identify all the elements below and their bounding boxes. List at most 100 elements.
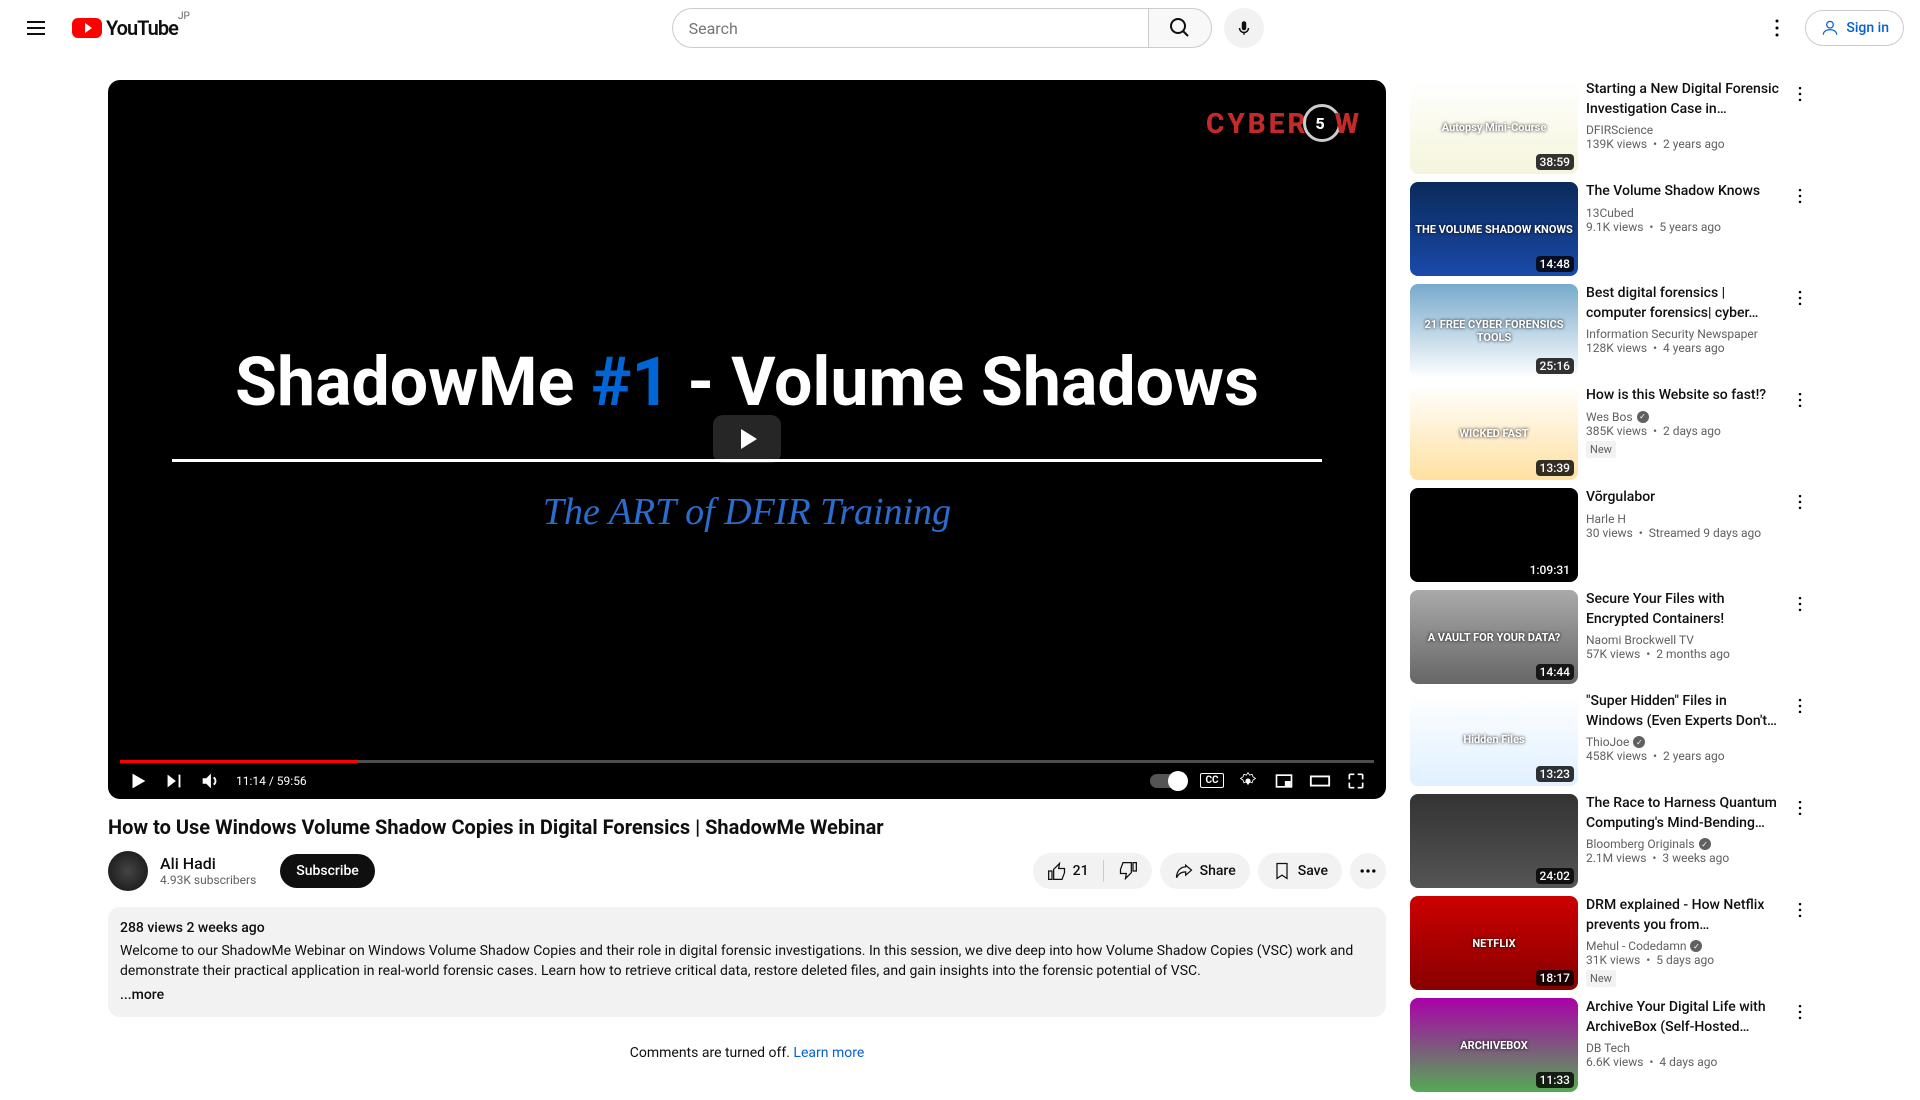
recommendation-title[interactable]: Secure Your Files with Encrypted Contain…	[1586, 590, 1780, 629]
player-controls: 11:14 / 59:56 CC	[108, 763, 1386, 799]
recommendation-channel[interactable]: Bloomberg Originals	[1586, 837, 1780, 851]
learn-more-link[interactable]: Learn more	[793, 1045, 864, 1061]
cc-button[interactable]: CC	[1194, 763, 1230, 799]
recommendation-thumbnail[interactable]: A VAULT FOR YOUR DATA?14:44	[1410, 590, 1578, 684]
bookmark-icon	[1272, 861, 1292, 881]
channel-avatar[interactable]	[108, 851, 148, 891]
recommendation-thumbnail[interactable]: 1:09:31	[1410, 488, 1578, 582]
subscribe-button[interactable]: Subscribe	[280, 854, 375, 888]
description-box[interactable]: 288 views 2 weeks ago Welcome to our Sha…	[108, 907, 1386, 1017]
recommendation-menu-button[interactable]	[1788, 284, 1812, 378]
recommendation-item[interactable]: 21 FREE CYBER FORENSICS TOOLS25:16Best d…	[1410, 284, 1812, 378]
recommendation-item[interactable]: A VAULT FOR YOUR DATA?14:44Secure Your F…	[1410, 590, 1812, 684]
menu-button[interactable]	[16, 8, 56, 48]
recommendation-menu-button[interactable]	[1788, 80, 1812, 174]
recommendation-title[interactable]: "Super Hidden" Files in Windows (Even Ex…	[1586, 692, 1780, 731]
like-count: 21	[1073, 863, 1089, 879]
recommendation-menu-button[interactable]	[1788, 386, 1812, 480]
signin-button[interactable]: Sign in	[1805, 10, 1904, 46]
recommendation-duration: 38:59	[1536, 154, 1574, 170]
header-center	[178, 8, 1758, 48]
recommendation-item[interactable]: Hidden Files13:23"Super Hidden" Files in…	[1410, 692, 1812, 786]
recommendation-stats: 6.6K views • 4 days ago	[1586, 1055, 1780, 1069]
youtube-logo[interactable]: YouTube JP	[72, 16, 178, 40]
recommendation-stats: 31K views • 5 days ago	[1586, 953, 1780, 967]
recommendation-channel[interactable]: ThioJoe	[1586, 735, 1780, 749]
play-button[interactable]	[120, 763, 156, 799]
more-actions-button[interactable]	[1350, 853, 1386, 889]
recommendation-thumbnail[interactable]: Hidden Files13:23	[1410, 692, 1578, 786]
miniplayer-button[interactable]	[1266, 763, 1302, 799]
recommendation-title[interactable]: Archive Your Digital Life with ArchiveBo…	[1586, 998, 1780, 1037]
recommendation-item[interactable]: WICKED FAST13:39 How is this Website so f…	[1410, 386, 1812, 480]
share-button[interactable]: Share	[1160, 853, 1250, 889]
dislike-button[interactable]	[1104, 853, 1152, 889]
recommendation-item[interactable]: 24:02The Race to Harness Quantum Computi…	[1410, 794, 1812, 888]
verified-icon	[1633, 736, 1645, 748]
recommendation-menu-button[interactable]	[1788, 794, 1812, 888]
microphone-icon	[1235, 19, 1253, 37]
recommendation-channel[interactable]: Naomi Brockwell TV	[1586, 633, 1780, 647]
settings-button[interactable]	[1757, 8, 1797, 48]
settings-button[interactable]	[1230, 763, 1266, 799]
recommendation-title[interactable]: The Volume Shadow Knows	[1586, 182, 1780, 202]
recommendation-thumbnail[interactable]: WICKED FAST13:39	[1410, 386, 1578, 480]
recommendation-thumbnail[interactable]: THE VOLUME SHADOW KNOWS14:48	[1410, 182, 1578, 276]
recommendation-thumbnail[interactable]: 24:02	[1410, 794, 1578, 888]
channel-name[interactable]: Ali Hadi	[160, 854, 256, 873]
recommendation-menu-button[interactable]	[1788, 590, 1812, 684]
show-more-button[interactable]: ...more	[120, 986, 164, 1006]
recommendation-title[interactable]: DRM explained - How Netflix prevents you…	[1586, 896, 1780, 935]
recommendation-menu-button[interactable]	[1788, 896, 1812, 990]
recommendation-title[interactable]: Võrgulabor	[1586, 488, 1780, 508]
fullscreen-button[interactable]	[1338, 763, 1374, 799]
recommendation-channel[interactable]: Information Security Newspaper	[1586, 327, 1780, 341]
hamburger-icon	[24, 16, 48, 40]
recommendation-title[interactable]: Starting a New Digital Forensic Investig…	[1586, 80, 1780, 119]
autoplay-toggle[interactable]	[1150, 774, 1186, 788]
verified-icon	[1690, 940, 1702, 952]
recommendation-item[interactable]: ARCHIVEBOX11:33Archive Your Digital Life…	[1410, 998, 1812, 1092]
recommendation-title[interactable]: The Race to Harness Quantum Computing's …	[1586, 794, 1780, 833]
recommendation-menu-button[interactable]	[1788, 692, 1812, 786]
recommendation-thumbnail[interactable]: 21 FREE CYBER FORENSICS TOOLS25:16	[1410, 284, 1578, 378]
recommendation-item[interactable]: Autopsy Mini-Course38:59Starting a New D…	[1410, 80, 1812, 174]
recommendation-meta: Best digital forensics | computer forens…	[1586, 284, 1780, 378]
recommendation-title[interactable]: How is this Website so fast!?	[1586, 386, 1780, 406]
thumbs-up-icon	[1047, 861, 1067, 881]
search-input[interactable]	[672, 8, 1148, 48]
recommendation-item[interactable]: 1:09:31VõrgulaborHarle H30 views • Strea…	[1410, 488, 1812, 582]
next-button[interactable]	[156, 763, 192, 799]
recommendation-channel[interactable]: Mehul - Codedamn	[1586, 939, 1780, 953]
play-button-center[interactable]	[713, 415, 781, 463]
recommendation-channel[interactable]: DB Tech	[1586, 1041, 1780, 1055]
like-button[interactable]: 21	[1033, 853, 1103, 889]
recommendation-item[interactable]: NETFLIX18:17DRM explained - How Netflix …	[1410, 896, 1812, 990]
recommendation-thumbnail[interactable]: ARCHIVEBOX11:33	[1410, 998, 1578, 1092]
vertical-dots-icon	[1790, 798, 1810, 818]
recommendation-menu-button[interactable]	[1788, 182, 1812, 276]
recommendation-channel[interactable]: DFIRScience	[1586, 123, 1780, 137]
vertical-dots-icon	[1790, 1002, 1810, 1022]
logo-text: YouTube	[106, 16, 178, 40]
description-body: Welcome to our ShadowMe Webinar on Windo…	[120, 942, 1374, 981]
recommendation-thumbnail[interactable]: Autopsy Mini-Course38:59	[1410, 80, 1578, 174]
recommendations-column: Autopsy Mini-Course38:59Starting a New D…	[1410, 80, 1812, 1100]
recommendation-title[interactable]: Best digital forensics | computer forens…	[1586, 284, 1780, 323]
recommendation-item[interactable]: THE VOLUME SHADOW KNOWS14:48 The Volume S…	[1410, 182, 1812, 276]
recommendation-menu-button[interactable]	[1788, 998, 1812, 1092]
search-button[interactable]	[1148, 8, 1212, 48]
theater-button[interactable]	[1302, 763, 1338, 799]
recommendation-menu-button[interactable]	[1788, 488, 1812, 582]
volume-button[interactable]	[192, 763, 228, 799]
save-button[interactable]: Save	[1258, 853, 1342, 889]
action-buttons: 21 Share Save	[1033, 853, 1386, 889]
recommendation-meta: Starting a New Digital Forensic Investig…	[1586, 80, 1780, 174]
recommendation-thumbnail[interactable]: NETFLIX18:17	[1410, 896, 1578, 990]
recommendation-channel[interactable]: 13Cubed	[1586, 206, 1780, 220]
logo-region: JP	[178, 11, 190, 22]
voice-search-button[interactable]	[1224, 8, 1264, 48]
recommendation-channel[interactable]: Harle H	[1586, 512, 1780, 526]
recommendation-channel[interactable]: Wes Bos	[1586, 410, 1780, 424]
video-player[interactable]: CYBER 5 W ShadowMe #1 - Volume Shadows T…	[108, 80, 1386, 799]
